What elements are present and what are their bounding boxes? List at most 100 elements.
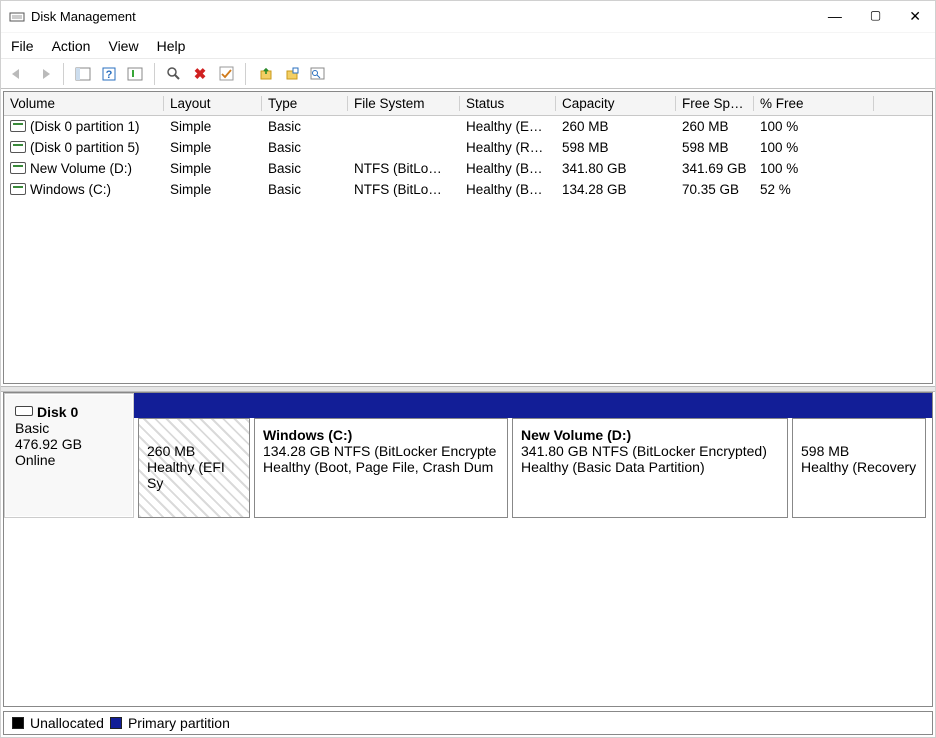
table-row[interactable]: New Volume (D:) Simple Basic NTFS (BitLo… xyxy=(4,158,932,179)
app-icon xyxy=(9,9,25,25)
col-pctfree[interactable]: % Free xyxy=(754,96,874,111)
cell-status: Healthy (R… xyxy=(460,140,556,155)
col-type[interactable]: Type xyxy=(262,96,348,111)
cell-status: Healthy (B… xyxy=(460,182,556,197)
disk-state: Online xyxy=(15,452,123,468)
back-button[interactable] xyxy=(7,63,29,85)
disk-row: Disk 0 Basic 476.92 GB Online 260 MB Hea… xyxy=(4,393,932,518)
partition-size: 598 MB xyxy=(801,443,917,459)
find-button[interactable] xyxy=(163,63,185,85)
cell-layout: Simple xyxy=(164,182,262,197)
partition-status: Healthy (Basic Data Partition) xyxy=(521,459,779,475)
table-row[interactable]: (Disk 0 partition 1) Simple Basic Health… xyxy=(4,116,932,137)
cell-volume: (Disk 0 partition 5) xyxy=(30,140,140,155)
cell-type: Basic xyxy=(262,119,348,134)
partition-recovery[interactable]: 598 MB Healthy (Recovery xyxy=(792,418,926,518)
cell-layout: Simple xyxy=(164,140,262,155)
cell-pct: 100 % xyxy=(754,119,874,134)
partition-windows-c[interactable]: Windows (C:) 134.28 GB NTFS (BitLocker E… xyxy=(254,418,508,518)
partition-label: Windows (C:) xyxy=(263,427,499,443)
cell-free: 598 MB xyxy=(676,140,754,155)
window-controls: — ▢ ✕ xyxy=(828,8,927,25)
partition-status: Healthy (Boot, Page File, Crash Dum xyxy=(263,459,499,475)
volume-icon xyxy=(10,141,26,153)
cell-volume: (Disk 0 partition 1) xyxy=(30,119,140,134)
forward-button[interactable] xyxy=(33,63,55,85)
table-row[interactable]: Windows (C:) Simple Basic NTFS (BitLo… H… xyxy=(4,179,932,200)
partition-efi[interactable]: 260 MB Healthy (EFI Sy xyxy=(138,418,250,518)
cell-status: Healthy (B… xyxy=(460,161,556,176)
action3-button[interactable] xyxy=(306,63,328,85)
action2-button[interactable] xyxy=(280,63,302,85)
menu-help[interactable]: Help xyxy=(157,38,186,54)
cell-cap: 134.28 GB xyxy=(556,182,676,197)
partition-size: 260 MB xyxy=(147,443,241,459)
partition-new-volume-d[interactable]: New Volume (D:) 341.80 GB NTFS (BitLocke… xyxy=(512,418,788,518)
partition-header-strip xyxy=(134,393,932,418)
cell-status: Healthy (E… xyxy=(460,119,556,134)
cell-type: Basic xyxy=(262,161,348,176)
delete-button[interactable]: ✖ xyxy=(189,63,211,85)
menu-view[interactable]: View xyxy=(108,38,138,54)
disk-graphical-pane[interactable]: Disk 0 Basic 476.92 GB Online 260 MB Hea… xyxy=(3,392,933,707)
disk-size: 476.92 GB xyxy=(15,436,123,452)
col-layout[interactable]: Layout xyxy=(164,96,262,111)
close-button[interactable]: ✕ xyxy=(909,8,921,25)
cell-pct: 52 % xyxy=(754,182,874,197)
menu-action[interactable]: Action xyxy=(52,38,91,54)
cell-layout: Simple xyxy=(164,119,262,134)
cell-pct: 100 % xyxy=(754,161,874,176)
minimize-button[interactable]: — xyxy=(828,8,842,25)
menubar: File Action View Help xyxy=(1,33,935,59)
cell-cap: 341.80 GB xyxy=(556,161,676,176)
svg-text:?: ? xyxy=(106,69,113,81)
menu-file[interactable]: File xyxy=(11,38,34,54)
toolbar-separator xyxy=(245,63,246,85)
partition-detail: 341.80 GB NTFS (BitLocker Encrypted) xyxy=(521,443,779,459)
toolbar-separator xyxy=(154,63,155,85)
cell-fs: NTFS (BitLo… xyxy=(348,161,460,176)
help-button[interactable]: ? xyxy=(98,63,120,85)
partition-status: Healthy (EFI Sy xyxy=(147,459,241,491)
cell-layout: Simple xyxy=(164,161,262,176)
toggle-checkboxes-button[interactable] xyxy=(215,63,237,85)
action1-button[interactable] xyxy=(254,63,276,85)
legend: Unallocated Primary partition xyxy=(3,711,933,735)
legend-unallocated: Unallocated xyxy=(30,715,104,731)
partition-detail: 134.28 GB NTFS (BitLocker Encrypte xyxy=(263,443,499,459)
col-capacity[interactable]: Capacity xyxy=(556,96,676,111)
volume-header-row: Volume Layout Type File System Status Ca… xyxy=(4,92,932,116)
disk-icon xyxy=(15,406,33,416)
volume-icon xyxy=(10,120,26,132)
swatch-primary xyxy=(110,717,122,729)
partition-label: New Volume (D:) xyxy=(521,427,779,443)
cell-free: 260 MB xyxy=(676,119,754,134)
maximize-button[interactable]: ▢ xyxy=(870,8,881,25)
cell-type: Basic xyxy=(262,140,348,155)
legend-primary: Primary partition xyxy=(128,715,230,731)
volume-icon xyxy=(10,162,26,174)
cell-cap: 260 MB xyxy=(556,119,676,134)
col-status[interactable]: Status xyxy=(460,96,556,111)
volume-icon xyxy=(10,183,26,195)
cell-cap: 598 MB xyxy=(556,140,676,155)
toolbar-separator xyxy=(63,63,64,85)
col-filesystem[interactable]: File System xyxy=(348,96,460,111)
table-row[interactable]: (Disk 0 partition 5) Simple Basic Health… xyxy=(4,137,932,158)
window-title: Disk Management xyxy=(31,9,136,24)
cell-volume: Windows (C:) xyxy=(30,182,111,197)
col-free[interactable]: Free Sp… xyxy=(676,96,754,111)
cell-volume: New Volume (D:) xyxy=(30,161,132,176)
disk-info-box[interactable]: Disk 0 Basic 476.92 GB Online xyxy=(4,393,134,518)
show-hide-console-tree-button[interactable] xyxy=(72,63,94,85)
volume-list[interactable]: Volume Layout Type File System Status Ca… xyxy=(3,91,933,384)
disk-partition-bars: 260 MB Healthy (EFI Sy Windows (C:) 134.… xyxy=(134,393,932,518)
disk-type: Basic xyxy=(15,420,123,436)
refresh-button[interactable] xyxy=(124,63,146,85)
cell-free: 70.35 GB xyxy=(676,182,754,197)
disk-name: Disk 0 xyxy=(37,404,78,420)
col-volume[interactable]: Volume xyxy=(4,96,164,111)
cell-fs: NTFS (BitLo… xyxy=(348,182,460,197)
toolbar: ? ✖ xyxy=(1,59,935,89)
cell-pct: 100 % xyxy=(754,140,874,155)
